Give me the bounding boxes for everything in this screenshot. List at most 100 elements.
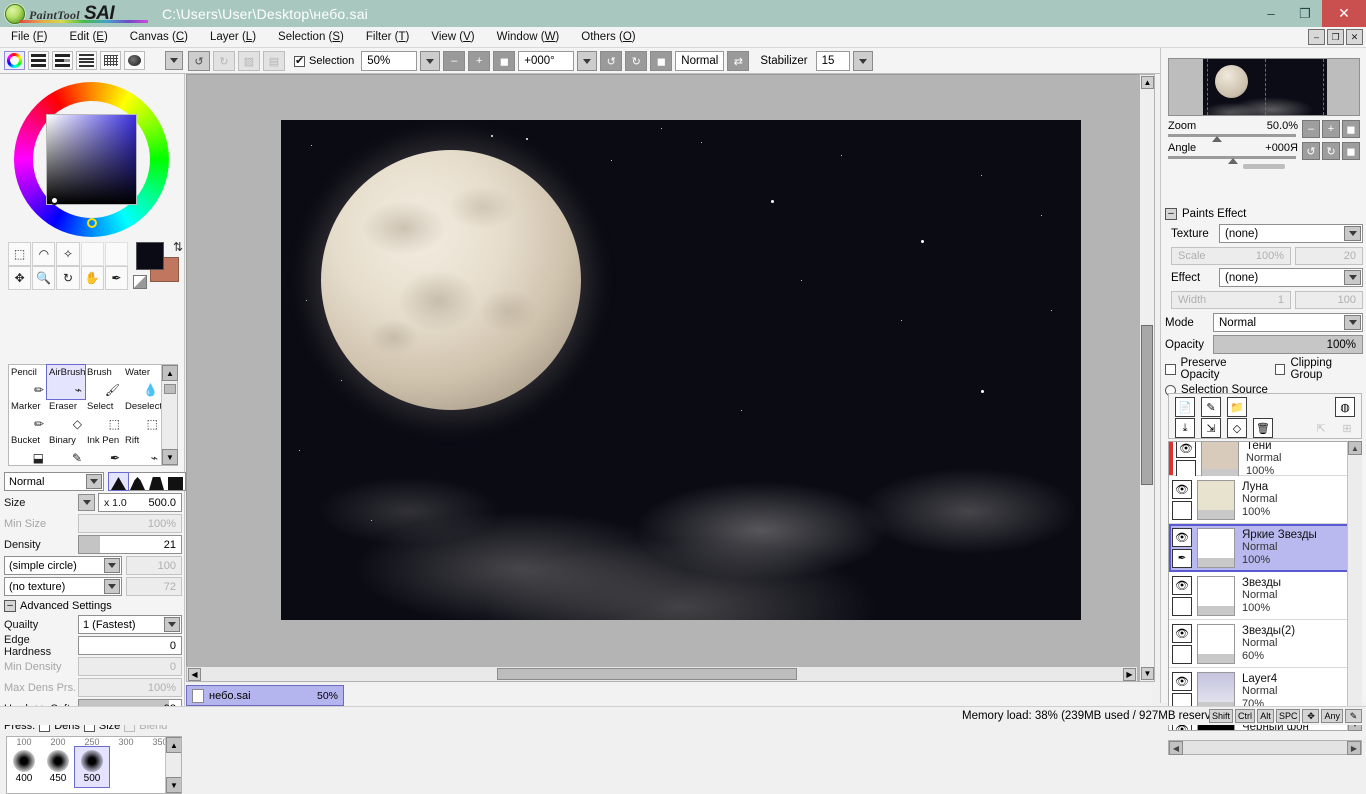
- quality-dropdown-icon[interactable]: [164, 617, 180, 632]
- brush-scroll-thumb[interactable]: [164, 384, 176, 394]
- color-mixer-icon[interactable]: [76, 51, 97, 70]
- hscroll-thumb[interactable]: [497, 668, 797, 680]
- navigator-zoom-out-button[interactable]: –: [1302, 120, 1320, 138]
- move-cursor-icon[interactable]: ✥: [1302, 709, 1320, 723]
- clipping-group-checkbox[interactable]: [1274, 363, 1286, 375]
- size-value-field[interactable]: x 1.0 500.0: [98, 493, 182, 512]
- swap-colors-icon[interactable]: ⇅: [173, 240, 183, 254]
- layer-scroll-up-icon[interactable]: ▲: [1348, 441, 1362, 455]
- zoom-icon[interactable]: 🔍: [32, 266, 56, 290]
- layer-hscroll-left-icon[interactable]: ◀: [1169, 741, 1183, 755]
- zoom-reset-button[interactable]: ◼: [493, 51, 516, 71]
- navigator-angle-knob[interactable]: [1228, 158, 1238, 164]
- color-wheel[interactable]: [14, 82, 169, 237]
- delete-layer-icon[interactable]: 🗑: [1253, 418, 1273, 438]
- menu-edit[interactable]: Edit (E): [58, 27, 118, 48]
- menu-selection[interactable]: Selection (S): [267, 27, 355, 48]
- brush-inkpen[interactable]: Ink Pen ✒: [85, 433, 123, 467]
- vscroll-thumb[interactable]: [1141, 325, 1153, 485]
- layer-visibility-icon[interactable]: 👁: [1172, 479, 1192, 499]
- menu-filter[interactable]: Filter (T): [355, 27, 420, 48]
- hue-cursor[interactable]: [87, 218, 97, 228]
- table-row[interactable]: 👁 Звезды Normal 100%: [1169, 572, 1361, 620]
- navigator-rotate-reset-button[interactable]: ◼: [1342, 142, 1360, 160]
- layer-visibility-icon[interactable]: 👁: [1172, 623, 1192, 643]
- layer-lock-icon[interactable]: [1172, 596, 1192, 616]
- selection-toggle[interactable]: Selection: [294, 54, 354, 67]
- profile-flat[interactable]: [166, 473, 185, 490]
- view-mode-field[interactable]: Normal: [675, 51, 725, 71]
- hsv-sliders-icon[interactable]: [52, 51, 73, 70]
- navigator-rotate-cw-button[interactable]: ↻: [1322, 142, 1340, 160]
- blend-mode-combo[interactable]: Normal: [4, 472, 104, 491]
- swatches-icon[interactable]: [100, 51, 121, 70]
- layer-visibility-icon[interactable]: 👁: [1176, 442, 1196, 458]
- sv-cursor[interactable]: [50, 196, 59, 205]
- scratchpad-icon[interactable]: [124, 51, 145, 70]
- rotate-icon[interactable]: ↻: [56, 266, 80, 290]
- clear-layer-icon[interactable]: ◇: [1227, 418, 1247, 438]
- key-any[interactable]: Any: [1321, 709, 1343, 723]
- key-ctrl[interactable]: Ctrl: [1234, 709, 1255, 723]
- empty-slot-1-icon[interactable]: [80, 242, 104, 266]
- color-wheel-icon[interactable]: [4, 51, 25, 70]
- brush-brush[interactable]: Brush 🖌: [85, 365, 123, 399]
- profile-sharp[interactable]: [108, 472, 129, 491]
- selection-clear-button[interactable]: ▨: [238, 51, 260, 71]
- brush-pencil[interactable]: Pencil ✏: [9, 365, 47, 399]
- select-lasso-icon[interactable]: ◠: [32, 242, 56, 266]
- profile-soft[interactable]: [147, 473, 166, 490]
- flip-horizontal-icon[interactable]: ⇄: [727, 51, 750, 71]
- saturation-value-square[interactable]: [46, 114, 137, 205]
- layer-list[interactable]: 👁 Тени Normal 100% 👁 Луна Normal 100% 👁 …: [1168, 441, 1362, 731]
- brush-scroll-down-icon[interactable]: ▼: [162, 449, 178, 465]
- menu-window[interactable]: Window (W): [486, 27, 571, 48]
- menu-file[interactable]: File (F): [0, 27, 58, 48]
- brush-marker[interactable]: Marker ✏: [9, 399, 47, 433]
- texture-dropdown-icon[interactable]: [1344, 226, 1361, 241]
- layer-visibility-icon[interactable]: 👁: [1172, 575, 1192, 595]
- brush-airbrush[interactable]: AirBrush ⌁: [46, 364, 86, 400]
- table-row[interactable]: 👁 Тени Normal 100%: [1169, 442, 1361, 479]
- layer-mode-dropdown-icon[interactable]: [1344, 315, 1361, 330]
- magic-wand-icon[interactable]: ✧: [56, 242, 80, 266]
- zoom-field[interactable]: 50%: [361, 51, 418, 71]
- undo-button[interactable]: ↺: [188, 51, 210, 71]
- hand-icon[interactable]: ✋: [80, 266, 104, 290]
- layer-active-pen-icon[interactable]: ✒: [1172, 548, 1192, 568]
- selection-checkbox[interactable]: [294, 54, 305, 67]
- rotate-ccw-button[interactable]: ↺: [600, 51, 623, 71]
- layer-opacity-slider[interactable]: 100%: [1213, 335, 1363, 354]
- navigator-zoom-slider[interactable]: [1168, 134, 1296, 137]
- minimize-icon[interactable]: –: [1254, 0, 1288, 27]
- brush-eraser[interactable]: Eraser ◇: [47, 399, 85, 433]
- doc-close-icon[interactable]: ✕: [1346, 29, 1363, 45]
- layer-hscroll-right-icon[interactable]: ▶: [1347, 741, 1361, 755]
- paints-effect-header[interactable]: – Paints Effect: [1165, 208, 1363, 220]
- new-linework-layer-icon[interactable]: ✎: [1201, 397, 1221, 417]
- artwork-canvas[interactable]: [281, 120, 1081, 620]
- zoom-out-button[interactable]: –: [443, 51, 466, 71]
- rotate-cw-button[interactable]: ↻: [625, 51, 648, 71]
- preset-scrollbar[interactable]: ▲ ▼: [165, 737, 181, 793]
- preset-400[interactable]: 400: [7, 747, 41, 787]
- effect-combo[interactable]: (none): [1219, 268, 1363, 287]
- layer-list-horizontal-scrollbar[interactable]: ◀ ▶: [1168, 740, 1362, 755]
- brush-deselect[interactable]: Deselect ⬚: [123, 399, 162, 433]
- preset-scroll-up-icon[interactable]: ▲: [166, 737, 181, 753]
- collapse-icon[interactable]: –: [4, 600, 16, 612]
- stabilizer-field[interactable]: 15: [815, 51, 850, 71]
- doc-restore-icon[interactable]: ❐: [1327, 29, 1344, 45]
- selection-invert-button[interactable]: ▤: [263, 51, 285, 71]
- new-folder-icon[interactable]: 📁: [1227, 397, 1247, 417]
- preset-scroll-down-icon[interactable]: ▼: [166, 777, 181, 793]
- canvas-viewport[interactable]: [186, 74, 1152, 682]
- menu-canvas[interactable]: Canvas (C): [119, 27, 199, 48]
- brush-shape-combo[interactable]: (simple circle): [4, 556, 122, 575]
- new-layer-icon[interactable]: 📄: [1175, 397, 1195, 417]
- merge-group-icon[interactable]: ⇲: [1201, 418, 1221, 438]
- layer-mode-combo[interactable]: Normal: [1213, 313, 1363, 332]
- layer-lock-icon[interactable]: [1172, 500, 1192, 520]
- palette-options-button[interactable]: [165, 51, 183, 70]
- key-space[interactable]: SPC: [1275, 709, 1301, 723]
